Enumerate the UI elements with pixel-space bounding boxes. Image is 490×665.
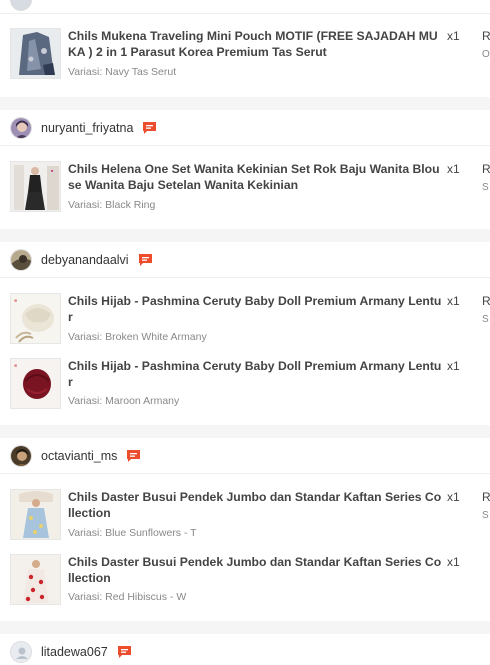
- svg-text:■: ■: [14, 363, 17, 369]
- order-item[interactable]: ■ Chils Hijab - Pashmina Ceruty Baby Dol…: [0, 358, 460, 410]
- price-column-truncated: R: [482, 162, 490, 176]
- card-header: octavianti_ms: [0, 438, 490, 474]
- item-info: Chils Hijab - Pashmina Ceruty Baby Doll …: [68, 293, 442, 345]
- product-thumbnail[interactable]: [10, 28, 61, 79]
- chat-icon[interactable]: [117, 645, 132, 659]
- status-column-truncated: O: [482, 49, 490, 60]
- quantity: x1: [447, 555, 460, 569]
- variation-label: Variasi: Black Ring: [68, 199, 156, 211]
- user-avatar-icon[interactable]: [10, 641, 32, 663]
- order-item[interactable]: ■ Chils Helena One Set Wanita Kekinian S…: [0, 161, 490, 213]
- buyer-username[interactable]: nuryanti_friyatna: [41, 121, 133, 135]
- variation-label: Variasi: Red Hibiscus - W: [68, 591, 187, 603]
- chat-icon[interactable]: [138, 253, 153, 267]
- product-name[interactable]: Chils Daster Busui Pendek Jumbo dan Stan…: [68, 554, 442, 586]
- avatar[interactable]: [10, 116, 32, 139]
- product-name[interactable]: Chils Hijab - Pashmina Ceruty Baby Doll …: [68, 293, 442, 325]
- status-column-truncated: S: [482, 314, 489, 325]
- quantity: x1: [447, 29, 460, 43]
- order-card: litadewa067: [0, 634, 490, 665]
- product-thumbnail[interactable]: ■: [10, 293, 61, 344]
- product-thumbnail[interactable]: ■: [10, 161, 61, 212]
- chat-icon[interactable]: [126, 449, 141, 463]
- quantity: x1: [447, 294, 460, 308]
- order-item[interactable]: Chils Daster Busui Pendek Jumbo dan Stan…: [0, 489, 490, 541]
- avatar[interactable]: [10, 0, 32, 11]
- product-name[interactable]: Chils Hijab - Pashmina Ceruty Baby Doll …: [68, 358, 442, 390]
- card-header: debyanandaalvi: [0, 242, 490, 278]
- order-item[interactable]: ■ Chils Hijab - Pashmina Ceruty Baby Dol…: [0, 293, 490, 345]
- product-name[interactable]: Chils Helena One Set Wanita Kekinian Set…: [68, 161, 442, 193]
- chat-icon[interactable]: [142, 121, 157, 135]
- item-info: Chils Mukena Traveling Mini Pouch MOTIF …: [68, 28, 442, 80]
- order-card: nuryanti_friyatna ■ Chils Helena One Set…: [0, 110, 490, 229]
- card-header: litadewa067: [0, 634, 490, 665]
- item-info: Chils Daster Busui Pendek Jumbo dan Stan…: [68, 489, 442, 541]
- quantity: x1: [447, 359, 460, 373]
- order-card: octavianti_ms Chils Daster Busui Pendek …: [0, 438, 490, 621]
- order-card: debyanandaalvi ■ Chils Hijab - Pashmina …: [0, 242, 490, 425]
- price-column-truncated: R: [482, 29, 490, 43]
- price-column-truncated: R: [482, 490, 490, 504]
- card-header-partial: [0, 0, 490, 14]
- product-thumbnail[interactable]: [10, 489, 61, 540]
- card-header: nuryanti_friyatna: [0, 110, 490, 146]
- item-info: Chils Helena One Set Wanita Kekinian Set…: [68, 161, 442, 213]
- quantity: x1: [447, 490, 460, 504]
- status-column-truncated: S: [482, 182, 489, 193]
- status-column-truncated: S: [482, 510, 489, 521]
- variation-label: Variasi: Broken White Armany: [68, 331, 207, 343]
- buyer-username[interactable]: octavianti_ms: [41, 449, 117, 463]
- order-item[interactable]: Chils Mukena Traveling Mini Pouch MOTIF …: [0, 28, 490, 80]
- svg-text:■: ■: [14, 298, 17, 304]
- product-name[interactable]: Chils Daster Busui Pendek Jumbo dan Stan…: [68, 489, 442, 521]
- order-item[interactable]: Chils Daster Busui Pendek Jumbo dan Stan…: [0, 554, 460, 606]
- avatar[interactable]: [10, 248, 32, 271]
- buyer-username[interactable]: debyanandaalvi: [41, 253, 129, 267]
- product-thumbnail[interactable]: [10, 554, 61, 605]
- item-info: Chils Hijab - Pashmina Ceruty Baby Doll …: [68, 358, 442, 410]
- buyer-username[interactable]: litadewa067: [41, 645, 108, 659]
- order-card: Chils Mukena Traveling Mini Pouch MOTIF …: [0, 0, 490, 97]
- product-thumbnail[interactable]: ■: [10, 358, 61, 409]
- avatar[interactable]: [10, 444, 32, 467]
- quantity: x1: [447, 162, 460, 176]
- variation-label: Variasi: Blue Sunflowers - T: [68, 527, 197, 539]
- item-info: Chils Daster Busui Pendek Jumbo dan Stan…: [68, 554, 442, 606]
- price-column-truncated: R: [482, 294, 490, 308]
- product-name[interactable]: Chils Mukena Traveling Mini Pouch MOTIF …: [68, 28, 442, 60]
- variation-label: Variasi: Navy Tas Serut: [68, 66, 177, 78]
- variation-label: Variasi: Maroon Armany: [68, 395, 180, 407]
